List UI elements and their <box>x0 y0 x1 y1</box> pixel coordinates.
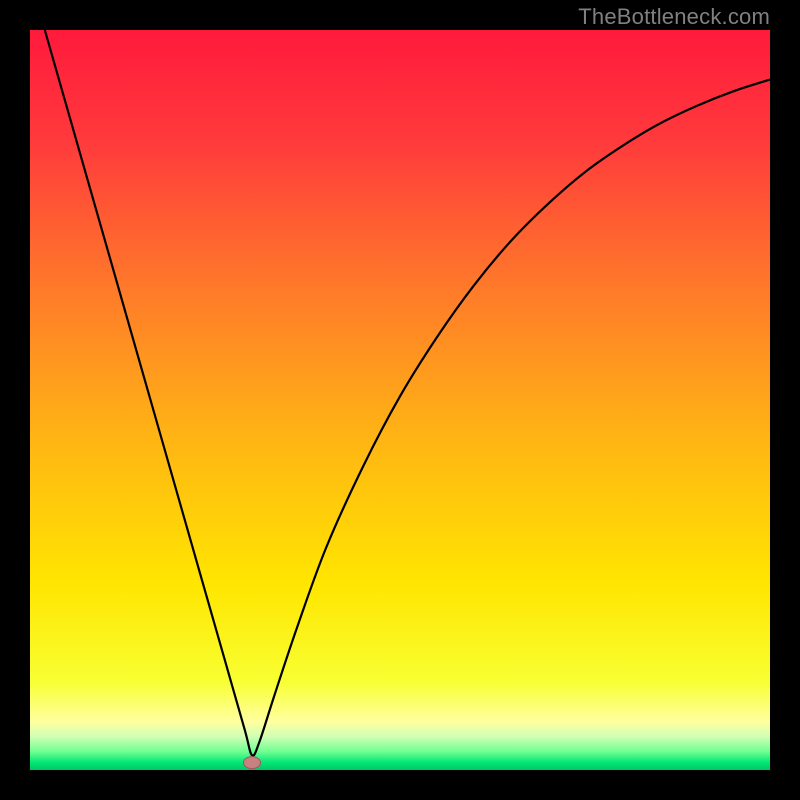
plot-svg <box>30 30 770 770</box>
plot-area <box>30 30 770 770</box>
gradient-background <box>30 30 770 770</box>
watermark-text: TheBottleneck.com <box>578 4 770 30</box>
minimum-marker <box>244 757 261 769</box>
chart-frame: TheBottleneck.com <box>0 0 800 800</box>
